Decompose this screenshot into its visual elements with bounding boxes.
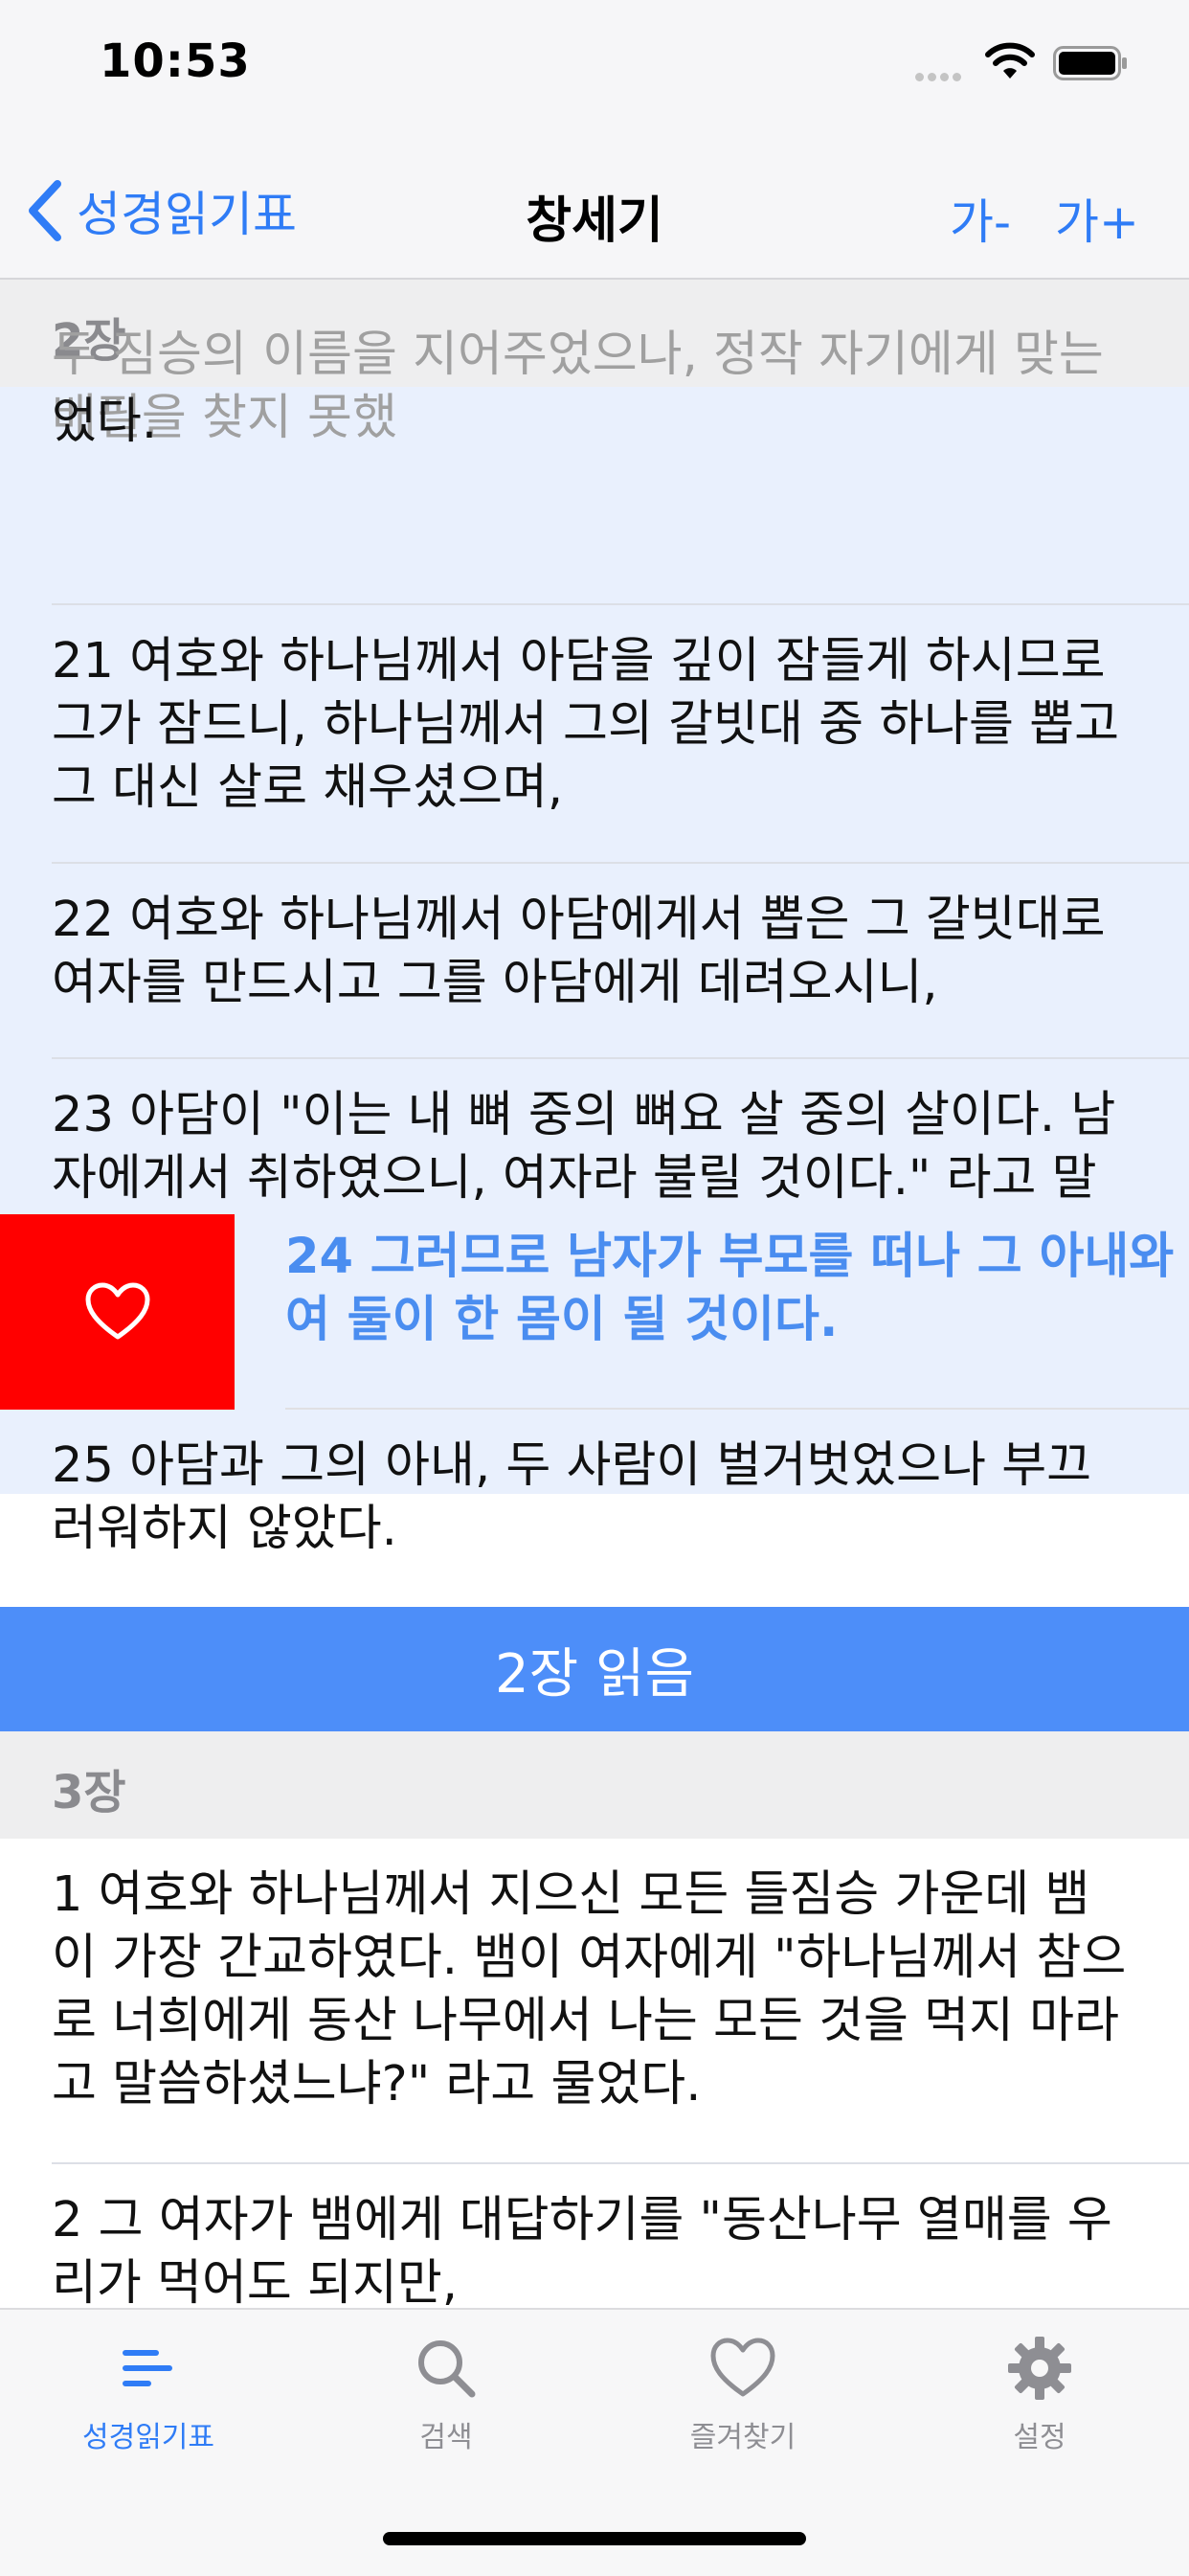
battery-icon: [1053, 46, 1127, 80]
home-indicator: [383, 2532, 806, 2545]
gear-icon: [1008, 2337, 1071, 2400]
tab-label: 설정: [1013, 2421, 1066, 2454]
tab-favorites[interactable]: 즐겨찾기: [628, 2335, 858, 2455]
tab-reading-plan[interactable]: 성경읽기표: [34, 2335, 263, 2455]
font-increase-button[interactable]: 가+: [1055, 184, 1139, 253]
back-button[interactable]: 성경읽기표: [25, 172, 297, 249]
heart-icon: [85, 1282, 149, 1340]
tab-search[interactable]: 검색: [331, 2335, 561, 2455]
status-bar: 10:53: [0, 0, 1189, 134]
search-icon: [418, 2340, 476, 2398]
verse-21[interactable]: 21 여호와 하나님께서 아담을 깊이 잠들게 하시므로 그가 잠드니, 하나님…: [0, 605, 1189, 864]
list-icon: [123, 2350, 172, 2386]
tab-label: 검색: [419, 2421, 473, 2454]
mark-chapter-read-button[interactable]: 2장 읽음: [0, 1607, 1189, 1731]
font-decrease-button[interactable]: 가-: [950, 184, 1011, 253]
back-button-label: 성경읽기표: [77, 187, 297, 242]
chapter-3-title: 3장: [52, 1766, 126, 1819]
wifi-icon: [985, 42, 1035, 79]
verse-3-1-text: 1 여호와 하나님께서 지으신 모든 들짐승 가운데 뱀이 가장 간교하였다. …: [52, 1866, 1127, 2113]
status-time: 10:53: [100, 34, 251, 88]
tab-label: 성경읽기표: [82, 2421, 214, 2454]
navigation-bar: 성경읽기표 창세기 가- 가+: [0, 134, 1189, 280]
verse-24-swiped-row[interactable]: 24 그러므로 남자가 부모를 떠나 그 아내와 여 둘이 한 몸이 될 것이다…: [0, 1214, 1189, 1410]
verse-3-2[interactable]: 2 그 여자가 뱀에게 대답하기를 "동산나무 열매를 우리가 먹어도 되지만,: [0, 2164, 1189, 2308]
verse-22-text: 22 여호와 하나님께서 아담에게서 뽑은 그 갈빗대로 여자를 만드시고 그를…: [52, 892, 1106, 1011]
chevron-left-icon: [29, 180, 61, 241]
chapter-3-header: 3장: [0, 1731, 1189, 1839]
add-favorite-button[interactable]: [0, 1214, 235, 1410]
verse-22[interactable]: 22 여호와 하나님께서 아담에게서 뽑은 그 갈빗대로 여자를 만드시고 그를…: [0, 864, 1189, 1059]
verse-21-text: 21 여호와 하나님께서 아담을 깊이 잠들게 하시므로 그가 잠드니, 하나님…: [52, 633, 1120, 816]
verse-list[interactable]: 2장 두 짐승의 이름을 지어주었으나, 정작 자기에게 맞는 배필을 찾지 못…: [0, 280, 1189, 2308]
verse-25-text: 25 아담과 그의 아내, 두 사람이 벌거벗었으나 부끄러워하지 않았다.: [52, 1437, 1092, 1557]
verse-20[interactable]: 두 짐승의 이름을 지어주었으나, 정작 자기에게 맞는 배필을 찾지 못했 었…: [0, 327, 1189, 605]
verse-3-1[interactable]: 1 여호와 하나님께서 지으신 모든 들짐승 가운데 뱀이 가장 간교하였다. …: [0, 1839, 1189, 2164]
tab-label: 즐겨찾기: [689, 2421, 796, 2454]
verse-25[interactable]: 25 아담과 그의 아내, 두 사람이 벌거벗었으나 부끄러워하지 않았다.: [0, 1410, 1189, 1607]
verse-20-text: 었다.: [52, 394, 158, 450]
verse-24-text: 24 그러므로 남자가 부모를 떠나 그 아내와 여 둘이 한 몸이 될 것이다…: [285, 1229, 1175, 1348]
cellular-signal-icon: [915, 67, 965, 85]
heart-icon: [710, 2338, 775, 2397]
tab-settings[interactable]: 설정: [925, 2335, 1155, 2455]
verse-3-2-text: 2 그 여자가 뱀에게 대답하기를 "동산나무 열매를 우리가 먹어도 되지만,: [52, 2192, 1112, 2308]
